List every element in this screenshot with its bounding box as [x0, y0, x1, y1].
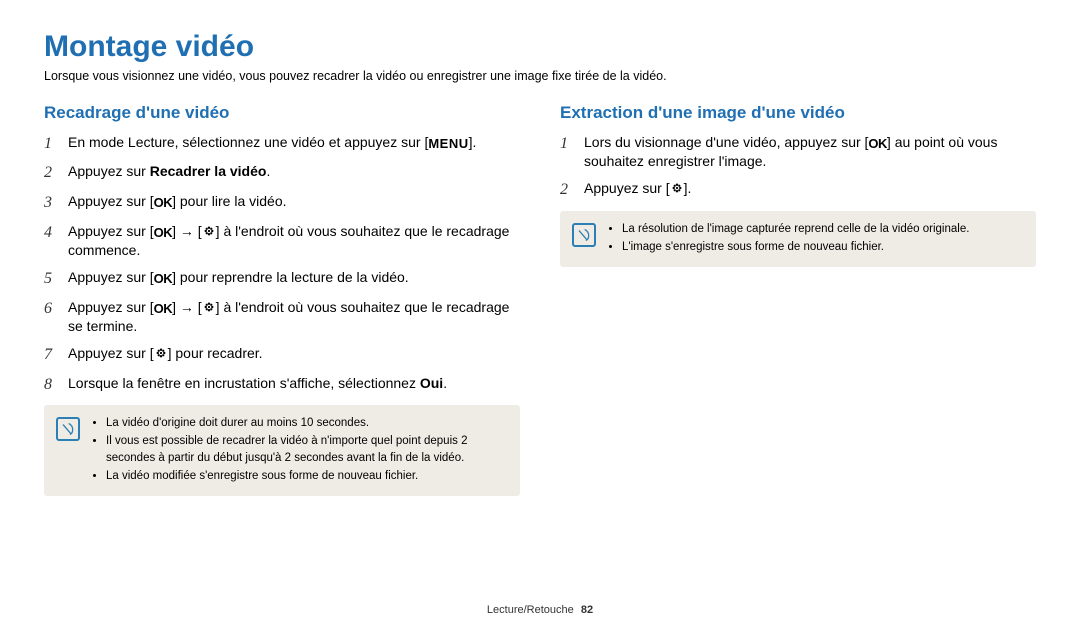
note-item: La vidéo d'origine doit durer au moins 1… [106, 415, 508, 431]
bold-text: Oui [420, 375, 443, 391]
step-number: 6 [44, 298, 58, 336]
step-body: Appuyez sur [ ] pour recadrer. [68, 344, 520, 366]
note-icon [56, 417, 80, 441]
step-number: 2 [44, 162, 58, 184]
page-title: Montage vidéo [44, 30, 1036, 64]
note-list: La vidéo d'origine doit durer au moins 1… [92, 415, 508, 485]
text: Appuyez sur [ [68, 223, 154, 239]
step-number: 1 [44, 133, 58, 155]
step-4: 4 Appuyez sur [OK] → [] à l'endroit où v… [44, 222, 520, 260]
text: Appuyez sur [ [68, 269, 154, 285]
text: ] pour lire la vidéo. [172, 193, 286, 209]
step-body: Appuyez sur [OK] → [] à l'endroit où vou… [68, 298, 520, 336]
step-body: Appuyez sur [OK] pour lire la vidéo. [68, 192, 520, 214]
step-body: Lorsque la fenêtre en incrustation s'aff… [68, 374, 520, 396]
left-column: Recadrage d'une vidéo 1 En mode Lecture,… [44, 103, 520, 496]
note-box: La vidéo d'origine doit durer au moins 1… [44, 405, 520, 495]
subtitle-recadrage: Recadrage d'une vidéo [44, 103, 520, 123]
ok-icon: OK [154, 194, 173, 212]
text: Lors du visionnage d'une vidéo, appuyez … [584, 134, 868, 150]
menu-icon: MENU [428, 135, 468, 153]
step-number: 1 [560, 133, 574, 171]
page-footer: Lecture/Retouche 82 [0, 604, 1080, 616]
step-number: 4 [44, 222, 58, 260]
step-body: Appuyez sur [OK] pour reprendre la lectu… [68, 268, 520, 290]
text: Lorsque la fenêtre en incrustation s'aff… [68, 375, 420, 391]
note-icon [572, 223, 596, 247]
note-item: Il vous est possible de recadrer la vidé… [106, 433, 508, 465]
note-item: L'image s'enregistre sous forme de nouve… [622, 239, 969, 255]
step-number: 7 [44, 344, 58, 366]
text: . [443, 375, 447, 391]
text: ] pour reprendre la lecture de la vidéo. [172, 269, 409, 285]
note-list: La résolution de l'image capturée repren… [608, 221, 969, 257]
text: ]. [684, 180, 692, 196]
text: Appuyez sur [ [584, 180, 670, 196]
text: Appuyez sur [ [68, 193, 154, 209]
step-2: 2 Appuyez sur []. [560, 179, 1036, 201]
step-6: 6 Appuyez sur [OK] → [] à l'endroit où v… [44, 298, 520, 336]
subtitle-extraction: Extraction d'une image d'une vidéo [560, 103, 1036, 123]
flower-icon [670, 182, 684, 194]
text: ] → [ [172, 299, 202, 315]
footer-section: Lecture/Retouche [487, 604, 574, 616]
text: ] → [ [172, 223, 202, 239]
right-column: Extraction d'une image d'une vidéo 1 Lor… [560, 103, 1036, 496]
ok-icon: OK [154, 300, 173, 318]
text: ]. [469, 134, 477, 150]
text: Appuyez sur [68, 163, 150, 179]
step-body: En mode Lecture, sélectionnez une vidéo … [68, 133, 520, 155]
flower-icon [154, 347, 168, 359]
flower-icon [202, 225, 216, 237]
ok-icon: OK [154, 270, 173, 288]
text: . [266, 163, 270, 179]
step-number: 3 [44, 192, 58, 214]
flower-icon [202, 301, 216, 313]
step-1: 1 En mode Lecture, sélectionnez une vidé… [44, 133, 520, 155]
step-number: 8 [44, 374, 58, 396]
text: ] pour recadrer. [168, 345, 263, 361]
lead-text: Lorsque vous visionnez une vidéo, vous p… [44, 68, 1036, 85]
step-8: 8 Lorsque la fenêtre en incrustation s'a… [44, 374, 520, 396]
step-body: Appuyez sur [OK] → [] à l'endroit où vou… [68, 222, 520, 260]
footer-page-number: 82 [581, 604, 593, 616]
note-item: La vidéo modifiée s'enregistre sous form… [106, 468, 508, 484]
ok-icon: OK [154, 224, 173, 242]
step-1: 1 Lors du visionnage d'une vidéo, appuye… [560, 133, 1036, 171]
step-number: 2 [560, 179, 574, 201]
text: En mode Lecture, sélectionnez une vidéo … [68, 134, 428, 150]
step-body: Appuyez sur Recadrer la vidéo. [68, 162, 520, 184]
bold-text: Recadrer la vidéo [150, 163, 267, 179]
note-box: La résolution de l'image capturée repren… [560, 211, 1036, 267]
text: Appuyez sur [ [68, 299, 154, 315]
step-5: 5 Appuyez sur [OK] pour reprendre la lec… [44, 268, 520, 290]
step-3: 3 Appuyez sur [OK] pour lire la vidéo. [44, 192, 520, 214]
step-number: 5 [44, 268, 58, 290]
text: Appuyez sur [ [68, 345, 154, 361]
step-body: Lors du visionnage d'une vidéo, appuyez … [584, 133, 1036, 171]
step-body: Appuyez sur []. [584, 179, 1036, 201]
ok-icon: OK [868, 135, 887, 153]
step-2: 2 Appuyez sur Recadrer la vidéo. [44, 162, 520, 184]
note-item: La résolution de l'image capturée repren… [622, 221, 969, 237]
step-7: 7 Appuyez sur [ ] pour recadrer. [44, 344, 520, 366]
